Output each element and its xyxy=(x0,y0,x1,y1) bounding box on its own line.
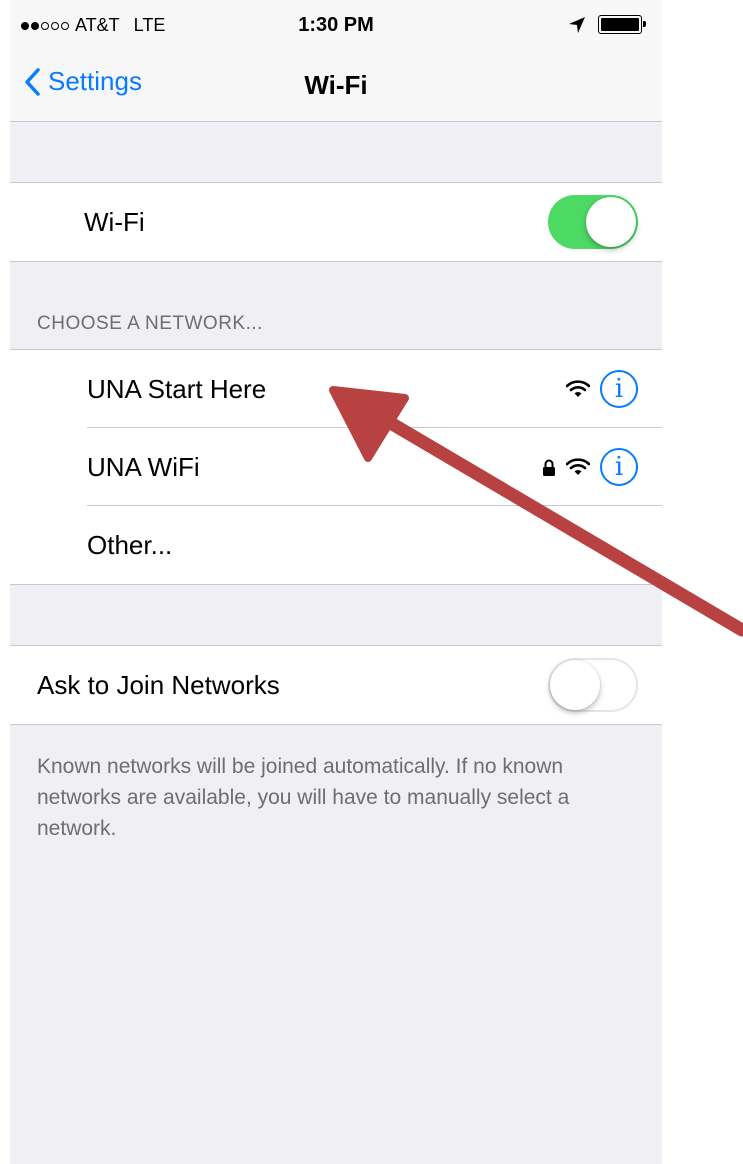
ask-to-join-description: Known networks will be joined automatica… xyxy=(37,755,570,840)
wifi-toggle-group: Wi-Fi xyxy=(10,182,662,262)
status-right xyxy=(568,15,646,34)
network-icons: i xyxy=(566,370,638,408)
info-icon: i xyxy=(614,374,624,404)
info-button[interactable]: i xyxy=(600,448,638,486)
info-button[interactable]: i xyxy=(600,370,638,408)
other-network-label: Other... xyxy=(87,529,173,560)
phone-screen: AT&T LTE 1:30 PM Settings Wi-Fi Wi-Fi CH… xyxy=(10,0,662,1164)
status-bar: AT&T LTE 1:30 PM xyxy=(10,0,662,40)
ask-to-join-label: Ask to Join Networks xyxy=(37,669,280,700)
network-row-una-wifi[interactable]: UNA WiFi i xyxy=(10,428,662,506)
network-icons: i xyxy=(542,448,638,486)
choose-network-header: CHOOSE A NETWORK... xyxy=(37,313,263,334)
ask-to-join-toggle[interactable] xyxy=(548,658,638,712)
battery-icon xyxy=(598,15,646,34)
network-name: UNA Start Here xyxy=(87,373,267,404)
location-arrow-icon xyxy=(569,16,585,33)
network-name: UNA WiFi xyxy=(87,451,200,482)
wifi-row: Wi-Fi xyxy=(10,183,662,261)
ask-to-join-group: Ask to Join Networks xyxy=(10,645,662,725)
info-icon: i xyxy=(614,452,624,482)
wifi-signal-icon xyxy=(566,458,590,475)
page-title: Wi-Fi xyxy=(304,70,368,100)
status-time: 1:30 PM xyxy=(298,14,374,36)
wifi-label: Wi-Fi xyxy=(84,206,145,237)
toggle-knob xyxy=(586,197,636,247)
network-row-una-start-here[interactable]: UNA Start Here i xyxy=(10,350,662,428)
network-list: UNA Start Here i UNA WiFi i Other... xyxy=(10,349,662,585)
lock-icon xyxy=(543,459,555,476)
battery-fill xyxy=(601,18,639,31)
wifi-signal-icon xyxy=(566,380,590,397)
wifi-toggle[interactable] xyxy=(548,195,638,249)
network-row-other[interactable]: Other... xyxy=(10,506,662,584)
ask-to-join-row: Ask to Join Networks xyxy=(10,646,662,724)
toggle-knob xyxy=(550,660,600,710)
navigation-bar: Settings Wi-Fi xyxy=(10,40,662,122)
